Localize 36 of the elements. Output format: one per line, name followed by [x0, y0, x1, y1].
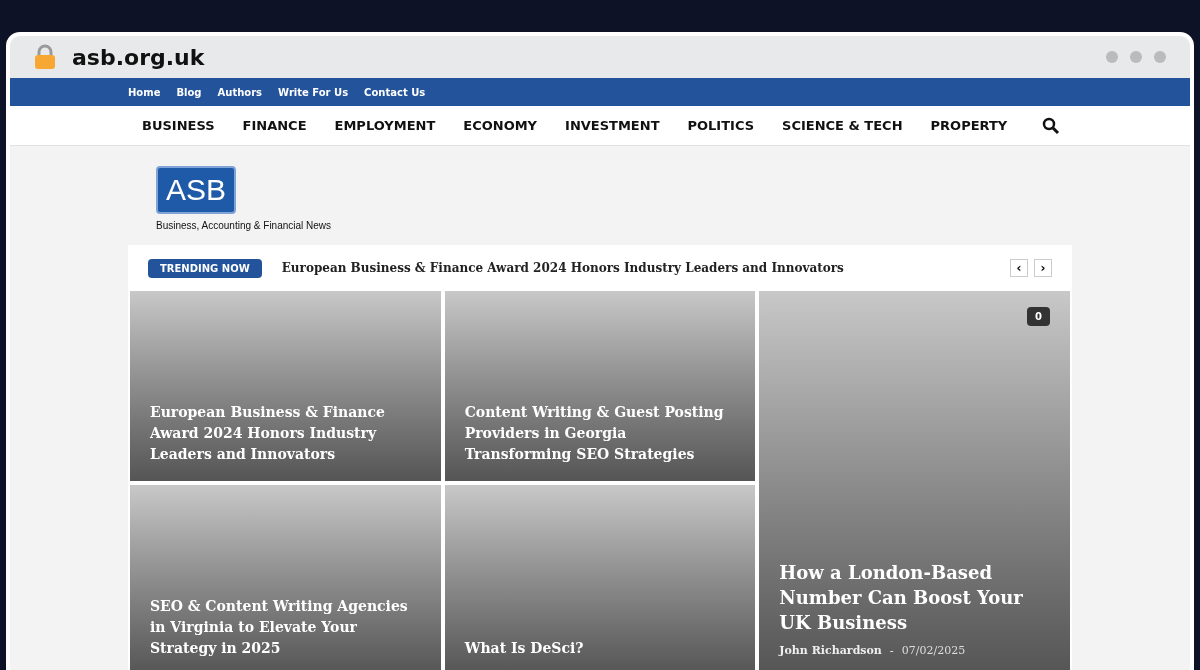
search-icon[interactable] [1042, 116, 1060, 135]
post-title[interactable]: SEO & Content Writing Agencies in Virginia to Elevate Your Strategy in 2025 [150, 596, 421, 659]
post-title[interactable]: European Business & Finance Award 2024 Honors Industry Leaders and Innovators [150, 402, 421, 465]
trending-headline[interactable]: European Business & Finance Award 2024 Honors Industry Leaders and Innovators [281, 259, 844, 277]
post-date: 07/02/2025 [901, 642, 966, 659]
nav-link[interactable]: FINANCE [242, 115, 307, 136]
lock-icon [34, 44, 56, 70]
post-title[interactable]: Content Writing & Guest Posting Providers in Georgia Transforming SEO Strategies [464, 402, 736, 465]
site-address[interactable]: asb.org.uk [72, 40, 205, 74]
nav-link[interactable]: EMPLOYMENT [334, 115, 436, 136]
nav-link[interactable]: BUSINESS [142, 115, 215, 136]
post-title[interactable]: What Is DeSci? [464, 638, 736, 659]
post-card[interactable]: 0 How a London-Based Number Can Boost Your UK Business John Richardson - 07/02/2025 [759, 291, 1070, 670]
nav-link[interactable]: INVESTMENT [565, 115, 660, 136]
post-card[interactable]: What Is DeSci? [444, 485, 756, 670]
comment-count: 0 [1027, 307, 1050, 326]
trending-badge: TRENDING NOW [148, 258, 262, 278]
logo-mark[interactable]: ASB [156, 166, 237, 214]
nav-link[interactable]: SCIENCE & TECH [782, 115, 903, 136]
nav-link[interactable]: ECONOMY [463, 115, 538, 136]
logo-tagline: Business, Accounting & Financial News [156, 219, 332, 233]
top-link[interactable]: Write For Us [278, 84, 349, 100]
top-link[interactable]: Authors [217, 84, 263, 100]
post-author[interactable]: John Richardson [779, 642, 882, 659]
next-button[interactable]: › [1034, 259, 1052, 277]
top-link[interactable]: Contact Us [364, 84, 426, 100]
post-card[interactable]: SEO & Content Writing Agencies in Virginia to Elevate Your Strategy in 2025 [130, 485, 441, 670]
nav-link[interactable]: PROPERTY [930, 115, 1008, 136]
top-link[interactable]: Blog [176, 84, 202, 100]
top-link[interactable]: Home [128, 84, 161, 100]
post-title[interactable]: How a London-Based Number Can Boost Your UK Business [779, 559, 1050, 635]
previous-button[interactable]: ‹ [1010, 259, 1028, 277]
nav-link[interactable]: POLITICS [687, 115, 755, 136]
post-card[interactable]: Content Writing & Guest Posting Providers in Georgia Transforming SEO Strategies [444, 291, 756, 481]
post-card[interactable]: European Business & Finance Award 2024 Honors Industry Leaders and Innovators [130, 291, 441, 481]
separator: - [889, 642, 894, 659]
